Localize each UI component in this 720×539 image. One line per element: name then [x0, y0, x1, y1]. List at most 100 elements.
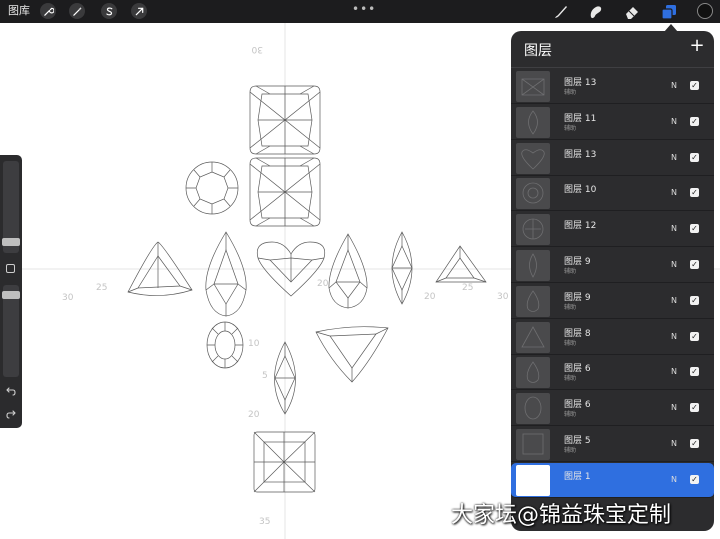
layer-thumbnail[interactable] — [516, 429, 550, 460]
layer-thumbnail[interactable] — [516, 71, 550, 102]
layer-thumbnail[interactable] — [516, 250, 550, 281]
brush-opacity-thumb[interactable] — [2, 291, 20, 299]
marquise-gem — [391, 231, 413, 305]
visibility-checkbox[interactable]: ✓ — [690, 403, 699, 413]
layers-icon[interactable] — [660, 3, 678, 21]
pear-gem-left — [205, 231, 247, 317]
smudge-icon[interactable] — [587, 3, 605, 21]
layer-name: 图层 10 — [564, 185, 597, 196]
layer-name: 图层 13 — [564, 78, 597, 88]
visibility-checkbox[interactable]: ✓ — [690, 331, 699, 341]
magic-wand-icon[interactable] — [69, 3, 85, 19]
more-options-icon[interactable]: ••• — [352, 2, 376, 16]
gallery-button[interactable]: 图库 — [8, 4, 30, 18]
divider — [511, 67, 714, 68]
ruler-label: 25 — [462, 283, 473, 293]
blend-mode-button[interactable]: N — [671, 403, 677, 413]
blend-mode-button[interactable]: N — [671, 81, 677, 91]
visibility-checkbox[interactable]: ✓ — [690, 474, 699, 484]
long-marquise-gem — [274, 341, 296, 415]
ruler-label: 10 — [248, 339, 260, 349]
modify-button[interactable] — [6, 264, 15, 273]
redo-icon[interactable] — [5, 408, 17, 420]
visibility-checkbox[interactable]: ✓ — [690, 439, 699, 448]
layers-panel: 图层 + 图层 13 辅助 N ✓ 图层 11 辅助 N ✓ 图层 13 N ✓ 图层 10 N ✓ 图层 … — [511, 31, 714, 531]
layer-thumbnail[interactable] — [516, 142, 550, 174]
layer-sublabel: 辅助 — [564, 124, 577, 132]
visibility-checkbox[interactable]: ✓ — [690, 367, 699, 377]
visibility-checkbox[interactable]: ✓ — [690, 116, 699, 126]
round-gem — [185, 161, 239, 215]
eraser-icon[interactable] — [623, 3, 641, 21]
brush-size-thumb[interactable] — [2, 238, 20, 246]
transform-arrow-icon[interactable] — [131, 3, 147, 19]
layer-row[interactable]: 图层 13 辅助 N ✓ — [511, 69, 714, 104]
blend-mode-button[interactable]: N — [671, 188, 677, 198]
ruler-label: 35 — [259, 517, 270, 527]
layer-thumbnail[interactable] — [516, 321, 550, 353]
visibility-checkbox[interactable]: ✓ — [690, 224, 699, 234]
ruler-label: 20 — [317, 279, 329, 289]
layer-thumbnail[interactable] — [516, 178, 550, 210]
layer-name: 图层 11 — [564, 113, 597, 124]
visibility-checkbox[interactable]: ✓ — [690, 81, 699, 90]
layer-sublabel: 辅助 — [564, 339, 577, 347]
ruler-label: 30 — [62, 293, 74, 303]
add-layer-button[interactable]: + — [687, 36, 707, 56]
blend-mode-button[interactable]: N — [671, 439, 677, 449]
visibility-checkbox[interactable]: ✓ — [690, 260, 699, 269]
layer-row[interactable]: 图层 8 辅助 N ✓ — [511, 320, 714, 355]
blend-mode-button[interactable]: N — [671, 260, 677, 270]
layer-thumbnail[interactable] — [516, 357, 550, 389]
ruler-label: 25 — [96, 283, 107, 293]
blend-mode-button[interactable]: N — [671, 296, 677, 306]
pear-gem-right — [328, 233, 368, 309]
layer-row[interactable]: 图层 6 辅助 N ✓ — [511, 391, 714, 427]
cushion-gem-top — [249, 85, 321, 155]
ruler-label: 30 — [251, 44, 263, 54]
layer-row[interactable]: 图层 9 辅助 N ✓ — [511, 284, 714, 319]
blend-mode-button[interactable]: N — [671, 117, 677, 127]
ruler-label: 5 — [262, 371, 268, 381]
layer-row[interactable]: 图层 6 辅助 N ✓ — [511, 355, 714, 391]
layer-sublabel: 辅助 — [564, 303, 577, 311]
blend-mode-button[interactable]: N — [671, 153, 677, 163]
layer-name: 图层 6 — [564, 364, 591, 375]
blend-mode-button[interactable]: N — [671, 332, 677, 342]
blend-mode-button[interactable]: N — [671, 367, 677, 377]
brush-icon[interactable] — [552, 3, 570, 21]
layer-row[interactable]: 图层 12 N ✓ — [511, 212, 714, 248]
layer-thumbnail[interactable] — [516, 214, 550, 246]
layer-sublabel: 辅助 — [564, 89, 577, 96]
layer-row[interactable]: 图层 11 辅助 N ✓ — [511, 105, 714, 140]
layer-name: 图层 13 — [564, 149, 597, 160]
blend-mode-button[interactable]: N — [671, 224, 677, 234]
layer-sublabel: 辅助 — [564, 268, 577, 275]
layer-thumbnail[interactable] — [516, 393, 550, 425]
layer-row[interactable]: 图层 10 N ✓ — [511, 176, 714, 212]
ruler-label: 30 — [497, 292, 509, 302]
cushion-gem-center — [249, 157, 321, 227]
layer-row[interactable]: 图层 13 N ✓ — [511, 141, 714, 176]
curved-trillion-gem — [315, 326, 389, 383]
wrench-icon[interactable] — [40, 3, 56, 19]
layer-thumbnail[interactable] — [516, 285, 550, 317]
layer-row[interactable]: 图层 9 辅助 N ✓ — [511, 248, 714, 283]
visibility-checkbox[interactable]: ✓ — [690, 295, 699, 305]
layer-row[interactable]: 图层 1 N ✓ — [511, 462, 714, 498]
visibility-checkbox[interactable]: ✓ — [690, 152, 699, 162]
layer-thumbnail[interactable] — [516, 464, 550, 496]
layer-row[interactable]: 图层 5 辅助 N ✓ — [511, 427, 714, 462]
oval-gem — [206, 321, 244, 369]
brush-sidebar — [0, 155, 22, 428]
undo-icon[interactable] — [5, 385, 17, 397]
layer-thumbnail[interactable] — [516, 106, 550, 138]
top-toolbar: 图库 ••• — [0, 0, 720, 23]
color-picker-swatch[interactable] — [697, 3, 713, 19]
selection-s-icon[interactable] — [101, 3, 117, 19]
visibility-checkbox[interactable]: ✓ — [690, 188, 699, 198]
blend-mode-button[interactable]: N — [671, 475, 677, 485]
layer-name: 图层 6 — [564, 400, 591, 411]
square-cushion-gem — [253, 431, 316, 493]
layer-name: 图层 9 — [564, 292, 591, 303]
